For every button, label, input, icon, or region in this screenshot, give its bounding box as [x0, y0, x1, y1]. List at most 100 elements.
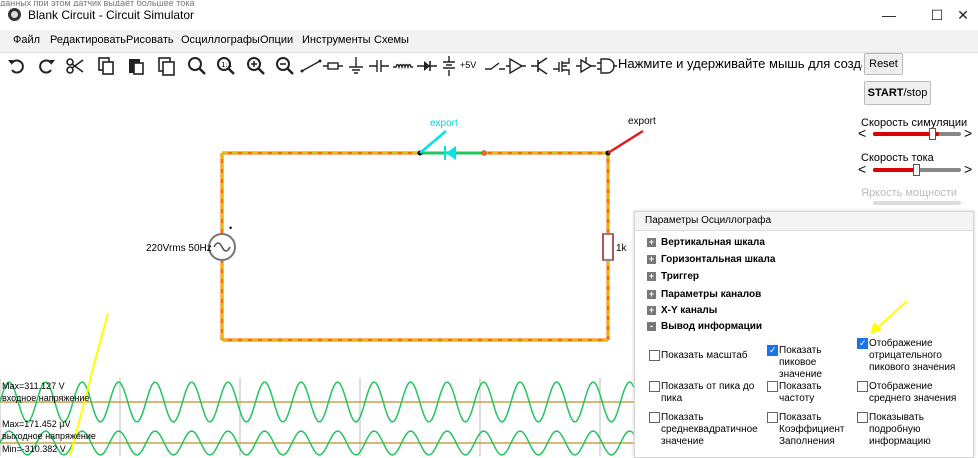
zoom-in-icon[interactable] [245, 55, 267, 77]
annotation-line [89, 312, 109, 378]
checkbox[interactable] [767, 412, 778, 423]
checkbox[interactable] [857, 381, 868, 392]
section-label: Триггер [661, 271, 699, 282]
zoom-out-icon[interactable] [274, 55, 296, 77]
section-label: Параметры каналов [661, 289, 762, 300]
source-label: 220Vrms 50Hz [146, 243, 212, 254]
switch-icon[interactable] [484, 55, 506, 77]
option-show-rms[interactable]: Показать среднеквадратичное значение [649, 412, 761, 448]
cut-icon[interactable] [64, 55, 86, 77]
checkbox[interactable] [857, 412, 868, 423]
reset-button[interactable]: Reset [864, 53, 903, 75]
copy-icon[interactable] [95, 55, 117, 77]
export-probe-2[interactable] [607, 129, 644, 155]
ch1-max-label: Max=311.127 V [2, 381, 65, 391]
section-label: Вывод информации [661, 321, 763, 332]
panel-header: Параметры Осциллографа [635, 212, 973, 231]
menu-file[interactable]: Файл [13, 34, 40, 46]
paste-icon[interactable] [125, 55, 147, 77]
checkbox[interactable] [857, 337, 868, 349]
mosfet-icon[interactable] [551, 55, 573, 77]
sim-speed-thumb[interactable] [929, 128, 936, 140]
transistor-icon[interactable] [529, 55, 551, 77]
chevron-right-icon[interactable]: > [964, 161, 972, 177]
expand-icon[interactable]: + [647, 290, 656, 299]
option-label: Отображение среднего значения [869, 381, 957, 404]
tristate-buffer-icon[interactable] [575, 55, 597, 77]
menu-tools[interactable]: Инструменты [302, 34, 371, 46]
checkbox[interactable] [649, 412, 660, 423]
option-show-average[interactable]: Отображение среднего значения [857, 381, 969, 405]
menu-scopes[interactable]: Осциллографы [181, 34, 260, 46]
option-show-frequency[interactable]: Показать частоту [767, 381, 851, 405]
expand-icon[interactable]: + [647, 255, 656, 264]
export-label-1: export [430, 118, 458, 129]
option-show-peak-to-peak[interactable]: Показать от пика до пика [649, 381, 759, 405]
toolbar-hint: Нажмите и удерживайте мышь для создания [618, 56, 862, 71]
power-brightness-label: Яркость мощности [861, 187, 958, 199]
and-gate-icon[interactable] [596, 55, 618, 77]
menu-options[interactable]: Опции [260, 34, 293, 46]
maximize-button[interactable]: ☐ [924, 5, 950, 25]
start-label: START [867, 87, 904, 99]
menu-circuits[interactable]: Схемы [374, 34, 409, 46]
checkbox[interactable] [649, 381, 660, 392]
current-speed-thumb[interactable] [913, 164, 920, 176]
checkbox[interactable] [649, 350, 660, 361]
rail-icon-label[interactable]: +5V [460, 60, 476, 70]
power-brightness-slider[interactable] [873, 201, 961, 205]
node-dot [481, 150, 487, 156]
current-speed-fill [873, 168, 917, 172]
panel-title: Параметры Осциллографа [645, 215, 772, 226]
export-probe-1[interactable] [419, 130, 447, 154]
zoom-fit-icon[interactable]: 1:1 [215, 55, 237, 77]
expand-icon[interactable]: + [647, 306, 656, 315]
ground-icon[interactable] [345, 55, 367, 77]
undo-icon[interactable] [6, 55, 28, 77]
stop-label: /stop [903, 87, 928, 99]
resistor-symbol[interactable] [602, 233, 614, 261]
start-stop-button[interactable]: START/stop [864, 81, 931, 105]
expand-icon[interactable]: + [647, 272, 656, 281]
ch1-name-label: входное напряжение [2, 393, 89, 403]
wire-icon[interactable] [300, 55, 322, 77]
section-label: X-Y каналы [661, 305, 718, 316]
wire-outline [220, 151, 610, 342]
menu-draw[interactable]: Рисовать [126, 34, 174, 46]
option-show-negative-peak[interactable]: Отображение отрицательного пикового знач… [857, 337, 969, 374]
export-label-2: export [628, 116, 656, 127]
inductor-icon[interactable] [392, 55, 414, 77]
sim-speed-slider[interactable] [873, 132, 961, 136]
option-label: Показать масштаб [661, 350, 748, 361]
option-show-peak[interactable]: Показать пиковое значение [767, 344, 851, 381]
section-label: Вертикальная шкала [661, 237, 765, 248]
buffer-icon[interactable] [505, 55, 527, 77]
diode-symbol[interactable] [446, 146, 456, 160]
diode-icon[interactable] [416, 55, 438, 77]
option-label: Отображение отрицательного пикового знач… [869, 338, 956, 373]
capacitor-icon[interactable] [368, 55, 390, 77]
search-icon[interactable] [186, 55, 208, 77]
menu-edit[interactable]: Редактировать [50, 34, 126, 46]
option-show-scale[interactable]: Показать масштаб [649, 350, 759, 362]
option-show-duty-cycle[interactable]: Показать Коэффициент Заполнения [767, 412, 851, 448]
redo-icon[interactable] [35, 55, 57, 77]
resistor-icon[interactable] [322, 55, 344, 77]
checkbox[interactable] [767, 381, 778, 392]
collapse-icon[interactable]: - [647, 322, 656, 331]
voltage-source-icon[interactable] [438, 55, 460, 77]
option-label: Показать Коэффициент Заполнения [779, 412, 845, 447]
chevron-right-icon[interactable]: > [964, 125, 972, 141]
option-label: Показать среднеквадратичное значение [661, 412, 758, 447]
close-button[interactable]: ✕ [950, 5, 976, 25]
scope-properties-panel: Параметры Осциллографа + Вертикальная шка… [634, 211, 974, 458]
option-show-detailed-info[interactable]: Показывать подробную информацию [857, 412, 969, 448]
duplicate-icon[interactable] [156, 55, 178, 77]
ch2-min-label: Min=-310.382 V [2, 444, 66, 454]
checkbox[interactable] [767, 344, 778, 356]
wire-current-dots [221, 152, 609, 341]
svg-text:1:1: 1:1 [221, 61, 232, 69]
minimize-button[interactable]: — [876, 5, 902, 25]
expand-icon[interactable]: + [647, 238, 656, 247]
oscilloscope-view[interactable]: Max=311.127 V входное напряжение Max=171… [0, 378, 634, 456]
